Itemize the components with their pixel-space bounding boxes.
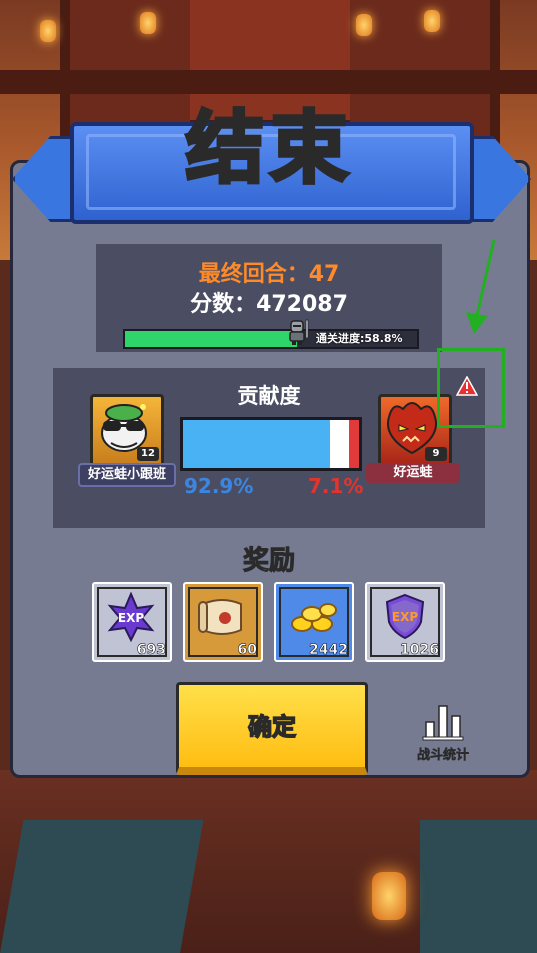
confirm-button[interactable]: 确定: [176, 682, 368, 775]
lantern-icon: [140, 12, 156, 34]
background-roof-tiles: [420, 820, 537, 953]
reward-value: 2442: [309, 642, 348, 659]
lamp-icon: [372, 872, 406, 920]
battle-stats-button[interactable]: 战斗统计: [408, 700, 478, 764]
reward-item-scroll[interactable]: 60: [183, 582, 263, 662]
contribution-title: 贡献度: [237, 384, 301, 408]
reward-item-exp-shield[interactable]: EXP 1026: [365, 582, 445, 662]
contribution-bar: [180, 417, 362, 471]
reward-value: 60: [237, 642, 257, 659]
exp-text: EXP: [118, 611, 144, 625]
gold-coins-icon: [291, 603, 337, 632]
enemy-contribution-fill: [349, 420, 359, 468]
clear-progress-label: 通关进度:58.8%: [316, 332, 403, 345]
ally-avatar[interactable]: 12: [90, 394, 164, 468]
lantern-icon: [424, 10, 440, 32]
reward-value: 1026: [400, 642, 439, 659]
scroll-icon: [198, 599, 242, 635]
annotation-highlight-box: [437, 348, 505, 428]
rewards-title: 奖励: [242, 546, 295, 577]
ally-contribution-percent: 92.9%: [184, 474, 254, 498]
reward-item-gold[interactable]: 2442: [274, 582, 354, 662]
battle-stats-label: 战斗统计: [416, 748, 470, 764]
reward-value: 693: [136, 642, 167, 659]
exp-text: EXP: [392, 610, 418, 624]
score-label: 分数：472087: [190, 292, 348, 317]
ally-level-badge: 12: [137, 447, 159, 461]
clear-progress-fill: [125, 331, 297, 347]
annotation-arrow-icon: [466, 239, 496, 334]
enemy-name: 好运蛙: [366, 463, 460, 483]
ally-contribution-fill: [183, 420, 331, 468]
lantern-icon: [40, 20, 56, 42]
enemy-level-badge: 9: [425, 447, 447, 461]
page-title: 结束: [184, 102, 354, 196]
confirm-button-label: 确定: [247, 712, 297, 742]
bar-chart-icon: [422, 705, 464, 741]
knight-icon: [289, 319, 309, 345]
lantern-icon: [356, 14, 372, 36]
exp-shield-icon: EXP: [385, 593, 425, 640]
final-round-label: 最终回合：47: [198, 262, 340, 287]
exp-star-icon: EXP: [107, 592, 155, 642]
reward-item-exp[interactable]: EXP 693: [92, 582, 172, 662]
background-roof-tiles: [0, 820, 204, 953]
enemy-contribution-percent: 7.1%: [308, 474, 364, 498]
ally-name: 好运蛙小跟班: [78, 463, 176, 487]
